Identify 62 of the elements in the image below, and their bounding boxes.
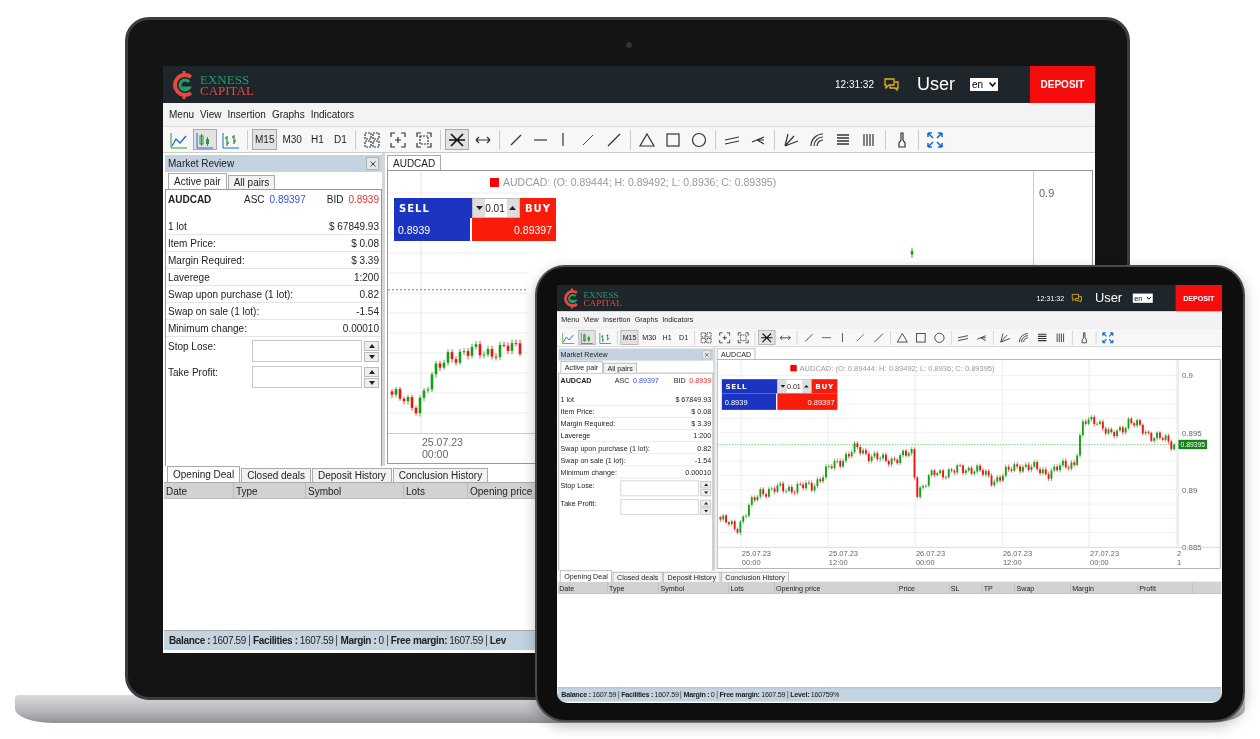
y-axis-label: 0.9 xyxy=(1039,187,1055,199)
info-label: Minimum change: xyxy=(168,322,247,334)
menu-item[interactable]: Graphs xyxy=(268,109,308,120)
buy-price[interactable]: 0.89397 xyxy=(472,218,556,241)
timeframe-button[interactable]: H1 xyxy=(306,129,328,150)
panel-tab[interactable]: Active pair xyxy=(168,173,227,189)
field-label: Stop Lose: xyxy=(168,341,217,352)
field-label: Take Profit: xyxy=(168,367,220,378)
pair-symbol: AUDCAD xyxy=(168,193,213,205)
bottom-tab[interactable]: Opening Deal xyxy=(167,466,241,482)
status-value: 0 xyxy=(378,635,384,646)
user-name[interactable]: User xyxy=(1094,290,1123,306)
info-value: 0.82 xyxy=(359,288,379,300)
sell-price[interactable]: 0.8939 xyxy=(394,218,472,241)
timeframe-button[interactable]: M30 xyxy=(279,129,305,150)
language-select[interactable]: en xyxy=(970,78,998,91)
status-label: Balance : xyxy=(169,635,211,646)
panel-title: Market Review xyxy=(168,158,235,169)
amount-stepper[interactable]: 0.01 xyxy=(472,198,520,218)
info-value: 1:200 xyxy=(353,271,379,283)
info-label: Margin Required: xyxy=(168,254,245,266)
info-value: 0.00010 xyxy=(342,322,379,334)
status-label: Margin : xyxy=(340,635,377,646)
bid-label: BID xyxy=(326,193,344,205)
info-value: $ 0.08 xyxy=(351,237,379,249)
info-value: -1.54 xyxy=(356,305,379,317)
bottom-tab[interactable]: Closed deals xyxy=(241,468,311,482)
menu-item[interactable]: Insertion xyxy=(224,109,269,120)
info-value: $ 3.39 xyxy=(351,254,379,266)
status-value: 1607.59 xyxy=(299,635,334,646)
x-axis-label: 25.07.23 00:00 xyxy=(422,436,463,460)
timeframe-button[interactable]: M15 xyxy=(252,129,278,150)
deposit-button[interactable]: DEPOSIT xyxy=(1030,66,1095,103)
info-label: Laverege xyxy=(168,271,210,283)
info-label: 1 lot xyxy=(168,220,187,232)
sell-button[interactable]: SELL xyxy=(394,198,472,218)
status-value: 1607.59 xyxy=(212,635,247,646)
ask-price: 0.89397 xyxy=(269,193,306,205)
bottom-tab[interactable]: Conclusion History xyxy=(392,468,489,482)
menu-item[interactable]: Menu xyxy=(166,109,197,120)
info-label: Swap on sale (1 lot): xyxy=(168,305,260,317)
logo-wordmark: EXNESS CAPITAL xyxy=(583,290,622,307)
ask-label: ASC xyxy=(244,193,265,205)
logo-wordmark: EXNESS CAPITAL xyxy=(200,73,254,96)
menu-item[interactable]: View xyxy=(197,109,225,120)
menu-item[interactable]: Indicators xyxy=(307,109,358,120)
chart-tab[interactable]: AUDCAD xyxy=(387,155,442,170)
status-value: 1607.59 xyxy=(449,635,483,646)
user-name[interactable]: User xyxy=(917,74,955,95)
chart-title: AUDCAD: (O: 0.89444; H: 0.89492; L: 0.8936; C: 0.89395) xyxy=(503,176,777,188)
status-label: Lev xyxy=(489,635,507,646)
status-label: Free margin: xyxy=(390,635,448,646)
status-label: Facilities : xyxy=(253,635,298,646)
panel-tab[interactable]: All pairs xyxy=(227,175,276,189)
clock-time: 12:31:32 xyxy=(835,79,874,90)
timeframe-button[interactable]: D1 xyxy=(329,129,351,150)
info-label: Swap upon purchase (1 lot): xyxy=(168,288,294,300)
bid-price: 0.8939 xyxy=(348,193,379,205)
info-label: Item Price: xyxy=(168,237,216,249)
info-value: $ 67849.93 xyxy=(328,220,379,232)
buy-button[interactable]: BUY xyxy=(520,198,556,218)
bottom-tab[interactable]: Deposit History xyxy=(311,468,392,482)
